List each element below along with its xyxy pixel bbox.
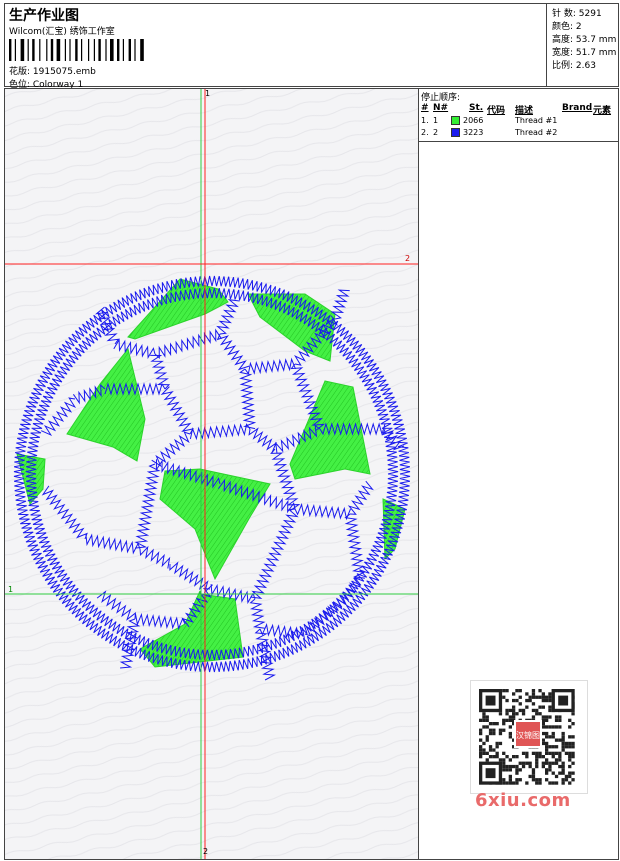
- col-header-num: #: [421, 103, 429, 113]
- guide-label-h-top: 2: [405, 254, 411, 263]
- guide-label-h-bottom: 1: [8, 585, 14, 594]
- barcode: [9, 39, 144, 61]
- guide-label-v-top: 1: [205, 89, 211, 98]
- company-name: Wilcom(汇宝) 绣饰工作室: [9, 27, 115, 37]
- stat-width: 宽度: 51.7 mm: [552, 48, 617, 58]
- stat-height: 高度: 53.7 mm: [552, 35, 617, 45]
- stat-colors: 颜色: 2: [552, 22, 582, 32]
- col-header-desc: 描述: [515, 106, 534, 116]
- thread-row[interactable]: 1. 1 2066 Thread #1: [419, 116, 618, 128]
- col-header-needle: N#: [433, 103, 449, 113]
- qr-code: 汉锦图: [470, 680, 588, 794]
- design-file: 花版: 1915075.emb: [9, 67, 96, 77]
- thread-needle: 1: [433, 116, 439, 125]
- col-header-brand: Brand: [562, 103, 593, 113]
- thread-needle: 2: [433, 128, 439, 137]
- stat-stitches: 针 数: 5291: [552, 9, 602, 19]
- thread-color-swatch: [451, 128, 460, 137]
- thread-code: 3223: [463, 128, 484, 137]
- stats-box: 针 数: 5291 颜色: 2 高度: 53.7 mm 宽度: 51.7 mm …: [546, 4, 620, 86]
- col-header-element: 元素: [593, 106, 612, 116]
- watermark-seal: 汉锦图: [514, 720, 542, 748]
- header-panel: 生产作业图 Wilcom(汇宝) 绣饰工作室 花版: 1915075.emb 色…: [4, 3, 620, 90]
- thread-code: 2066: [463, 116, 484, 125]
- stat-scale: 比例: 2.63: [552, 61, 596, 71]
- thread-row[interactable]: 2. 2 3223 Thread #2: [419, 128, 618, 140]
- watermark-text: 6xiu.com: [475, 790, 571, 811]
- thread-num: 2.: [421, 128, 429, 137]
- guide-label-v-bottom: 2: [203, 847, 209, 856]
- stop-sequence-title: 停止顺序:: [421, 93, 461, 103]
- page-title: 生产作业图: [9, 8, 79, 24]
- stop-sequence-section: 停止顺序: # N# St. 代码 描述 Brand 元素 1. 1 2066 …: [419, 89, 618, 142]
- col-header-stop: St.: [469, 103, 484, 113]
- design-canvas[interactable]: 1 2 2 1: [4, 88, 419, 860]
- thread-desc: Thread #2: [515, 128, 558, 137]
- thread-color-swatch: [451, 116, 460, 125]
- embroidery-design: [5, 89, 418, 859]
- thread-num: 1.: [421, 116, 429, 125]
- col-header-code: 代码: [487, 106, 506, 116]
- thread-desc: Thread #1: [515, 116, 558, 125]
- svg-text:汉锦图: 汉锦图: [516, 730, 540, 740]
